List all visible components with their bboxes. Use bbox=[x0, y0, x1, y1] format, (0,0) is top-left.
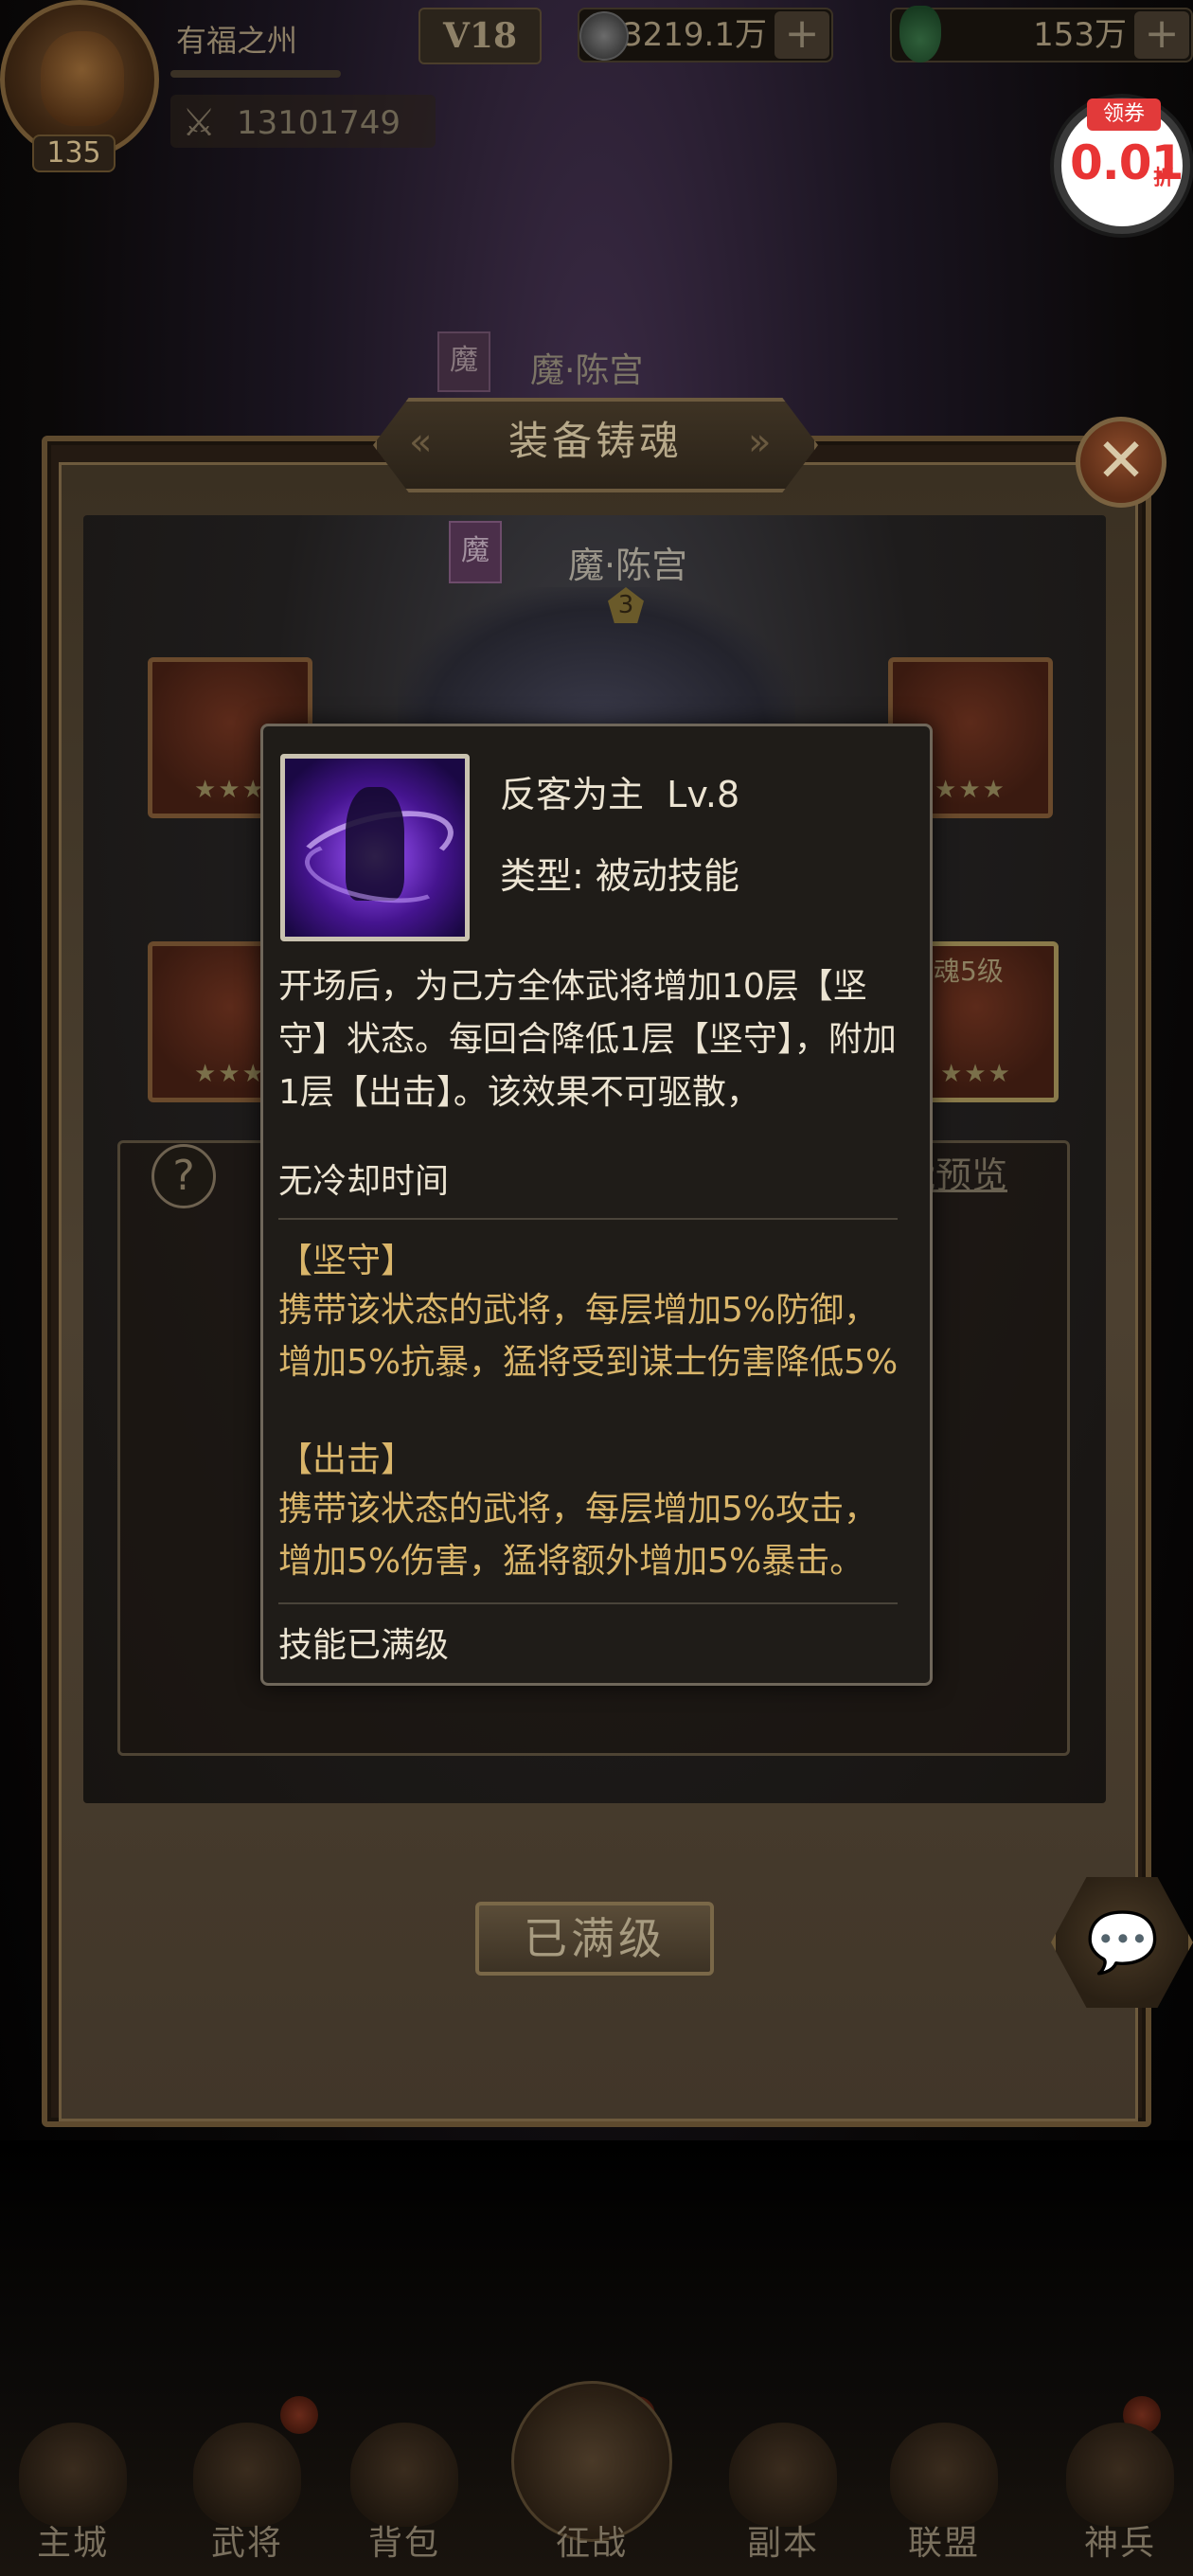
close-icon: ✕ bbox=[1095, 426, 1147, 496]
silver-add-button[interactable]: + bbox=[775, 11, 829, 59]
skill-type: 类型: 被动技能 bbox=[500, 855, 739, 897]
alliance-icon bbox=[890, 2423, 998, 2527]
divider bbox=[278, 1602, 898, 1604]
buff-description: 携带该状态的武将，每层增加5%攻击，增加5%伤害，猛将额外增加5%暴击。 bbox=[278, 1490, 879, 1581]
panel-title: 装备铸魂 bbox=[507, 418, 683, 464]
close-button[interactable]: ✕ bbox=[1076, 417, 1166, 508]
city-icon bbox=[19, 2423, 127, 2527]
buff-title: 【坚守】 bbox=[278, 1242, 416, 1280]
help-button[interactable]: ? bbox=[151, 1144, 216, 1208]
skill-max-status: 技能已满级 bbox=[278, 1626, 450, 1665]
skill-icon bbox=[280, 754, 470, 941]
nav-label: 征战 bbox=[555, 2524, 628, 2563]
hero-name-background: 魔·陈宫 bbox=[530, 351, 644, 390]
nav-label: 武将 bbox=[210, 2524, 283, 2563]
chat-bubbles-icon[interactable]: 💬 bbox=[1077, 1902, 1168, 1983]
max-level-button[interactable]: 已满级 bbox=[475, 1902, 714, 1976]
nav-label: 主城 bbox=[36, 2524, 109, 2563]
jade-add-button[interactable]: + bbox=[1134, 11, 1189, 59]
nav-label: 背包 bbox=[367, 2524, 440, 2563]
buff-title: 【出击】 bbox=[278, 1440, 416, 1479]
dungeon-icon bbox=[729, 2423, 837, 2527]
hero-faction-tag: 魔 bbox=[449, 521, 502, 583]
jade-value: 153万 bbox=[1033, 16, 1127, 54]
nav-alliance[interactable]: 联盟 bbox=[873, 2413, 1015, 2576]
divine-weapon-icon bbox=[1066, 2423, 1174, 2527]
buff-description: 携带该状态的武将，每层增加5%防御，增加5%抗暴，猛将受到谋士伤害降低5% bbox=[278, 1291, 899, 1382]
avatar-portrait bbox=[41, 31, 124, 126]
nav-label: 联盟 bbox=[907, 2524, 980, 2563]
hero-faction-tag-background: 魔 bbox=[437, 331, 490, 392]
slot-soul-level: 魂5级 bbox=[934, 956, 1004, 987]
skill-description: 开场后，为己方全体武将增加10层【坚守】状态。每回合降低1层【坚守】，附加1层【… bbox=[278, 967, 897, 1112]
hero-icon bbox=[193, 2423, 301, 2527]
nav-divine-weapon[interactable]: 神兵 bbox=[1049, 2413, 1191, 2576]
coupon-tag[interactable]: 领券 bbox=[1087, 98, 1161, 131]
nav-main-city[interactable]: 主城 bbox=[2, 2413, 144, 2576]
vip-badge[interactable]: V18 bbox=[418, 8, 542, 64]
nav-heroes[interactable]: 武将 bbox=[176, 2413, 318, 2576]
hero-name: 魔·陈宫 bbox=[568, 545, 688, 586]
silver-coin-icon bbox=[579, 11, 629, 61]
exp-bar bbox=[170, 70, 341, 78]
power-value: 13101749 bbox=[237, 104, 401, 142]
top-bar: 135 有福之州 V18 3219.1万 + 153万 + ⚔ 13101749 bbox=[0, 0, 1193, 172]
question-icon: ? bbox=[172, 1152, 195, 1200]
skill-name: 反客为主 Lv.8 bbox=[500, 774, 740, 815]
skill-cooldown: 无冷却时间 bbox=[278, 1162, 450, 1201]
jade-icon bbox=[899, 6, 941, 63]
nav-bag[interactable]: 背包 bbox=[333, 2413, 475, 2576]
nav-dungeon[interactable]: 副本 bbox=[712, 2413, 854, 2576]
nav-battle[interactable]: 征战 bbox=[492, 2377, 691, 2576]
crossed-swords-icon: ⚔ bbox=[182, 101, 216, 145]
nav-label: 神兵 bbox=[1083, 2524, 1156, 2563]
silver-value: 3219.1万 bbox=[622, 16, 767, 54]
coupon-unit[interactable]: 折 bbox=[1153, 161, 1174, 191]
player-level: 135 bbox=[32, 134, 116, 172]
nav-label: 副本 bbox=[746, 2524, 819, 2563]
divider bbox=[278, 1218, 898, 1220]
bag-icon bbox=[350, 2423, 458, 2527]
player-name: 有福之州 bbox=[176, 23, 298, 59]
